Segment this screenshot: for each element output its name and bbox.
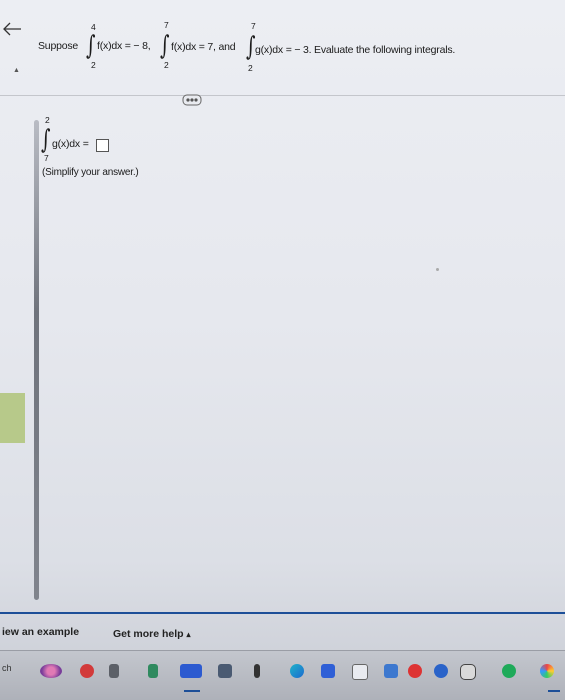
view-example-link[interactable]: iew an example [2, 626, 79, 638]
integral3-lower: 2 [248, 63, 253, 73]
integral-sign-icon: ∫ [160, 31, 170, 61]
active-indicator [548, 690, 560, 692]
integral1-body: f(x)dx = − 8, [97, 40, 151, 52]
chevron-up-icon: ▴ [186, 630, 191, 639]
integral1-lower: 2 [91, 60, 96, 70]
color-app-icon[interactable] [540, 664, 554, 678]
side-tab[interactable] [0, 393, 25, 443]
integral3-upper: 7 [251, 21, 256, 31]
answer-input[interactable] [96, 139, 109, 152]
edge-icon[interactable] [290, 664, 304, 678]
integral-sign-icon: ∫ [41, 125, 51, 155]
get-more-help-label: Get more help [113, 628, 184, 640]
integral2-lower: 2 [164, 60, 169, 70]
scrollbar[interactable] [34, 120, 39, 600]
small-app-icon[interactable] [254, 664, 260, 678]
video-app-icon[interactable] [180, 664, 202, 678]
integral3-body: g(x)dx = − 3. Evaluate the following int… [255, 44, 456, 56]
divider [0, 95, 565, 96]
word-icon[interactable] [384, 664, 398, 678]
mail-icon[interactable] [352, 664, 368, 680]
question-lead: Suppose [38, 40, 79, 52]
integral-sign-icon: ∫ [86, 31, 96, 61]
answer-part: 2 ∫ 7 g(x)dx = (Simplify your answer.) [40, 115, 240, 185]
integral2-upper: 7 [164, 20, 169, 30]
play-icon[interactable] [434, 664, 448, 678]
search-stub[interactable]: ch [2, 663, 12, 673]
simplify-hint: (Simplify your answer.) [42, 167, 139, 178]
active-indicator [184, 690, 200, 692]
folder-icon[interactable] [148, 664, 158, 678]
taskbar-border [0, 650, 565, 651]
bottom-accent-line [0, 612, 565, 614]
speck [436, 268, 439, 271]
integral2-body: f(x)dx = 7, and [171, 41, 236, 53]
part-body: g(x)dx = [52, 138, 89, 150]
expand-icon[interactable] [182, 93, 202, 107]
instagram-icon[interactable] [460, 664, 476, 680]
part-upper: 2 [45, 115, 50, 125]
red-app-icon[interactable] [80, 664, 94, 678]
green-app-icon[interactable] [502, 664, 516, 678]
grid-app-icon[interactable] [109, 664, 119, 678]
part-lower: 7 [44, 153, 49, 163]
get-more-help-link[interactable]: Get more help ▴ [113, 628, 191, 640]
question-text: Suppose 4 ∫ 2 f(x)dx = − 8, 7 ∫ 2 f(x)dx… [0, 0, 565, 90]
integral-sign-icon: ∫ [246, 32, 256, 62]
blue-app-icon[interactable] [321, 664, 335, 678]
flower-app-icon[interactable] [40, 664, 62, 678]
chrome-icon[interactable] [408, 664, 422, 678]
store-icon[interactable] [218, 664, 232, 678]
